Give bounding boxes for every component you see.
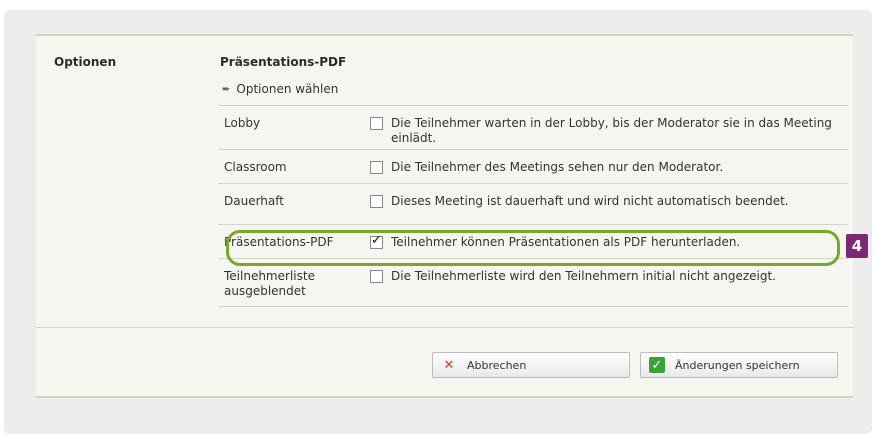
option-checkbox-lobby[interactable] xyxy=(370,117,383,130)
option-description: Die Teilnehmerliste wird den Teilnehmern… xyxy=(391,269,776,283)
step-badge: 4 xyxy=(846,234,868,258)
section-label: Optionen xyxy=(54,55,117,69)
option-checkbox-dauerhaft[interactable] xyxy=(370,195,383,208)
choose-options-link[interactable]: ➨ Optionen wählen xyxy=(222,82,338,96)
divider xyxy=(36,327,853,328)
choose-options-label: Optionen wählen xyxy=(236,82,339,96)
options-panel: Optionen Präsentations-PDF ➨ Optionen wä… xyxy=(36,34,853,398)
arrow-right-icon: ➨ xyxy=(222,83,231,95)
save-button-label: Änderungen speichern xyxy=(675,358,800,372)
option-description: Die Teilnehmer des Meetings sehen nur de… xyxy=(391,160,724,174)
option-row-dauerhaft: Dauerhaft Dieses Meeting ist dauerhaft u… xyxy=(218,184,848,225)
option-row-praesentations-pdf: Präsentations-PDF Teilnehmer können Präs… xyxy=(218,225,848,259)
option-row-teilnehmerliste: Teilnehmerliste ausgeblendet Die Teilneh… xyxy=(218,259,848,307)
option-row-classroom: Classroom Die Teilnehmer des Meetings se… xyxy=(218,150,848,184)
option-checkbox-classroom[interactable] xyxy=(370,161,383,174)
save-button[interactable]: ✓ Änderungen speichern xyxy=(640,352,838,378)
option-checkbox-teilnehmerliste[interactable] xyxy=(370,270,383,283)
option-description: Die Teilnehmer warten in der Lobby, bis … xyxy=(391,116,832,145)
options-table: Lobby Die Teilnehmer warten in der Lobby… xyxy=(218,105,848,307)
option-name: Teilnehmerliste ausgeblendet xyxy=(224,269,315,298)
option-description: Dieses Meeting ist dauerhaft und wird ni… xyxy=(391,194,789,208)
checkmark-icon: ✓ xyxy=(649,357,665,373)
option-row-lobby: Lobby Die Teilnehmer warten in der Lobby… xyxy=(218,106,848,150)
option-name: Dauerhaft xyxy=(224,194,284,208)
option-name: Präsentations-PDF xyxy=(224,235,334,249)
option-name: Lobby xyxy=(224,116,261,130)
option-name: Classroom xyxy=(224,160,287,174)
close-icon: ✕ xyxy=(443,357,455,373)
section-title: Präsentations-PDF xyxy=(220,55,347,69)
cancel-button[interactable]: ✕ Abbrechen xyxy=(432,352,630,378)
cancel-button-label: Abbrechen xyxy=(467,358,527,372)
option-description: Teilnehmer können Präsentationen als PDF… xyxy=(391,235,741,249)
option-checkbox-praesentations-pdf[interactable] xyxy=(370,233,383,249)
